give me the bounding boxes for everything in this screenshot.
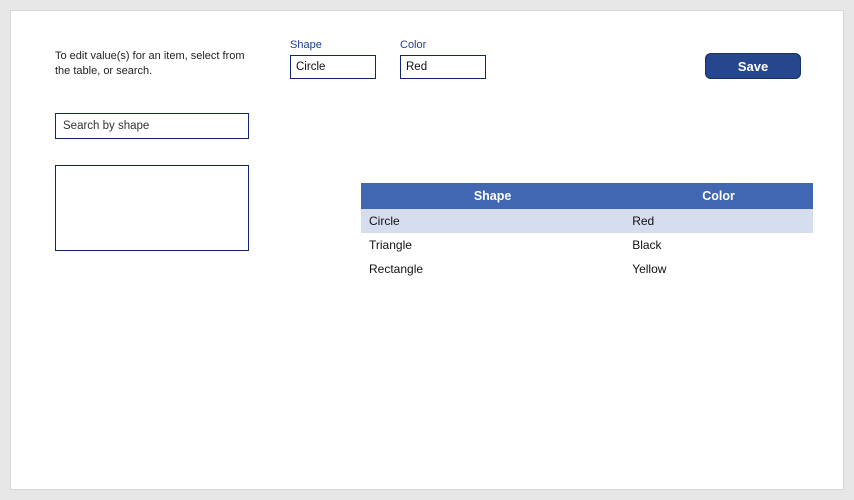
shape-label: Shape: [290, 39, 376, 51]
cell-shape: Circle: [361, 209, 624, 233]
search-results-listbox[interactable]: [55, 165, 249, 251]
save-button[interactable]: Save: [705, 53, 801, 79]
instructions-text: To edit value(s) for an item, select fro…: [55, 39, 250, 79]
main-panel: To edit value(s) for an item, select fro…: [10, 10, 844, 490]
cell-color: Black: [624, 233, 813, 257]
edit-fields: Shape Color: [290, 39, 486, 79]
color-field-block: Color: [400, 39, 486, 79]
table-row[interactable]: CircleRed: [361, 209, 813, 233]
color-label: Color: [400, 39, 486, 51]
cell-color: Yellow: [624, 257, 813, 281]
color-input[interactable]: [400, 55, 486, 79]
data-table-wrap: Shape Color CircleRedTriangleBlackRectan…: [361, 183, 813, 281]
table-row[interactable]: RectangleYellow: [361, 257, 813, 281]
cell-color: Red: [624, 209, 813, 233]
data-table: Shape Color CircleRedTriangleBlackRectan…: [361, 183, 813, 281]
shape-field-block: Shape: [290, 39, 376, 79]
cell-shape: Triangle: [361, 233, 624, 257]
table-header-row: Shape Color: [361, 183, 813, 209]
table-header-shape: Shape: [361, 183, 624, 209]
table-row[interactable]: TriangleBlack: [361, 233, 813, 257]
cell-shape: Rectangle: [361, 257, 624, 281]
top-row: To edit value(s) for an item, select fro…: [55, 39, 813, 79]
shape-input[interactable]: [290, 55, 376, 79]
table-header-color: Color: [624, 183, 813, 209]
search-input[interactable]: [55, 113, 249, 139]
